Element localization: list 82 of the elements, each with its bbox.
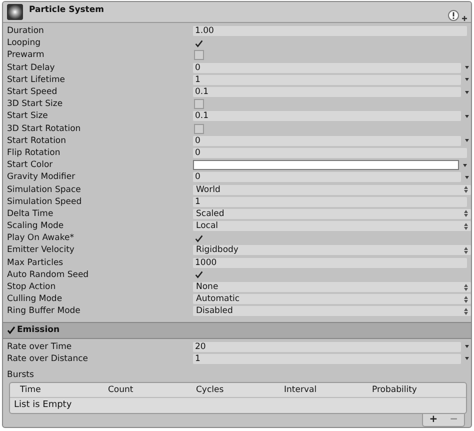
up-down-arrows-icon[interactable] [464,284,468,291]
dropdown-arrow-icon[interactable] [465,78,469,82]
dropdown-arrow-icon[interactable] [465,114,469,118]
property-label: Gravity Modifier [7,172,76,182]
up-down-arrows-icon[interactable] [464,246,468,254]
property-label: 3D Start Rotation [7,124,82,134]
column-header: Count [108,384,134,395]
property-label: Emitter Velocity [7,245,76,256]
value-field[interactable]: 1 [193,354,461,364]
component-title: Particle System [29,5,104,15]
up-down-arrows-icon[interactable] [464,186,468,194]
checkbox[interactable] [194,99,204,110]
module-header[interactable]: Emission [3,322,471,338]
particle-system-icon [7,4,23,20]
checkbox[interactable] [194,50,204,60]
dropdown-arrow-icon[interactable] [465,357,469,360]
empty-message: List is Empty [13,398,73,412]
dropdown-arrow-icon[interactable] [463,164,467,167]
value-field[interactable]: 1 [193,196,467,207]
property-label: Start Rotation [7,136,68,146]
value-field[interactable]: 0 [193,136,461,146]
section-label: Bursts [6,368,35,381]
up-down-arrows-icon[interactable] [464,222,468,230]
up-down-arrows-icon[interactable] [464,296,468,303]
dropdown-arrow-icon[interactable] [465,176,469,179]
value-field[interactable]: 0 [193,172,461,182]
checkbox[interactable] [194,233,204,244]
up-down-arrows-icon[interactable] [464,210,468,218]
property-label: Rate over Time [7,342,73,352]
dropdown[interactable]: Rigidbody [193,245,471,256]
property-label: Stop Action [7,282,57,292]
checkbox[interactable] [194,38,204,48]
property-label: Delta Time [7,208,54,219]
property-label: Scaling Mode [7,221,65,232]
dropdown[interactable]: None [193,282,471,292]
dropdown-arrow-icon[interactable] [465,90,469,94]
property-label: Simulation Space [7,184,82,195]
add-icon[interactable] [462,16,467,21]
property-label: Start Color [7,160,54,170]
value-field[interactable]: 0 [193,62,461,73]
dropdown[interactable]: Local [193,221,471,232]
property-label: Rate over Distance [7,354,90,364]
column-header: Probability [372,384,418,395]
property-label: Start Lifetime [7,74,66,85]
warning-icon[interactable] [448,10,459,21]
dropdown-arrow-icon[interactable] [465,66,469,70]
value-field[interactable]: 1 [193,74,461,85]
color-field[interactable] [193,160,459,170]
dropdown-arrow-icon[interactable] [465,139,469,142]
add-button[interactable]: + [423,414,444,426]
property-label: Start Speed [7,87,58,98]
dropdown[interactable]: Automatic [193,294,471,304]
dropdown[interactable]: Scaled [193,208,471,219]
property-label: Start Delay [7,62,56,73]
value-field[interactable]: 0.1 [193,87,461,98]
property-label: Max Particles [7,258,64,268]
property-label: Ring Buffer Mode [7,306,82,316]
value-field[interactable]: 20 [193,342,461,352]
column-header: Cycles [196,384,225,395]
value-field[interactable]: 0.1 [193,111,461,122]
property-label: Culling Mode [7,294,64,304]
property-label: Looping [7,38,42,48]
property-label: Prewarm [7,50,46,60]
property-label: Simulation Speed [7,196,83,207]
property-label: Play On Awake* [7,233,75,244]
property-label: Start Size [7,111,49,122]
checkbox[interactable] [194,124,204,134]
property-label: Flip Rotation [7,148,62,158]
up-down-arrows-icon[interactable] [464,308,468,315]
dropdown[interactable]: World [193,184,471,195]
column-header: Interval [284,384,318,395]
property-label: 3D Start Size [7,99,64,110]
value-field[interactable]: 1.00 [193,26,467,36]
checkbox[interactable] [194,270,204,280]
property-label: Duration [7,26,45,36]
checkbox[interactable] [7,326,15,334]
column-header: Time [20,384,42,395]
dropdown[interactable]: Disabled [193,306,471,316]
value-field[interactable]: 0 [193,148,467,158]
dropdown-arrow-icon[interactable] [465,345,469,348]
value-field[interactable]: 1000 [193,258,467,268]
property-label: Auto Random Seed [7,270,90,280]
